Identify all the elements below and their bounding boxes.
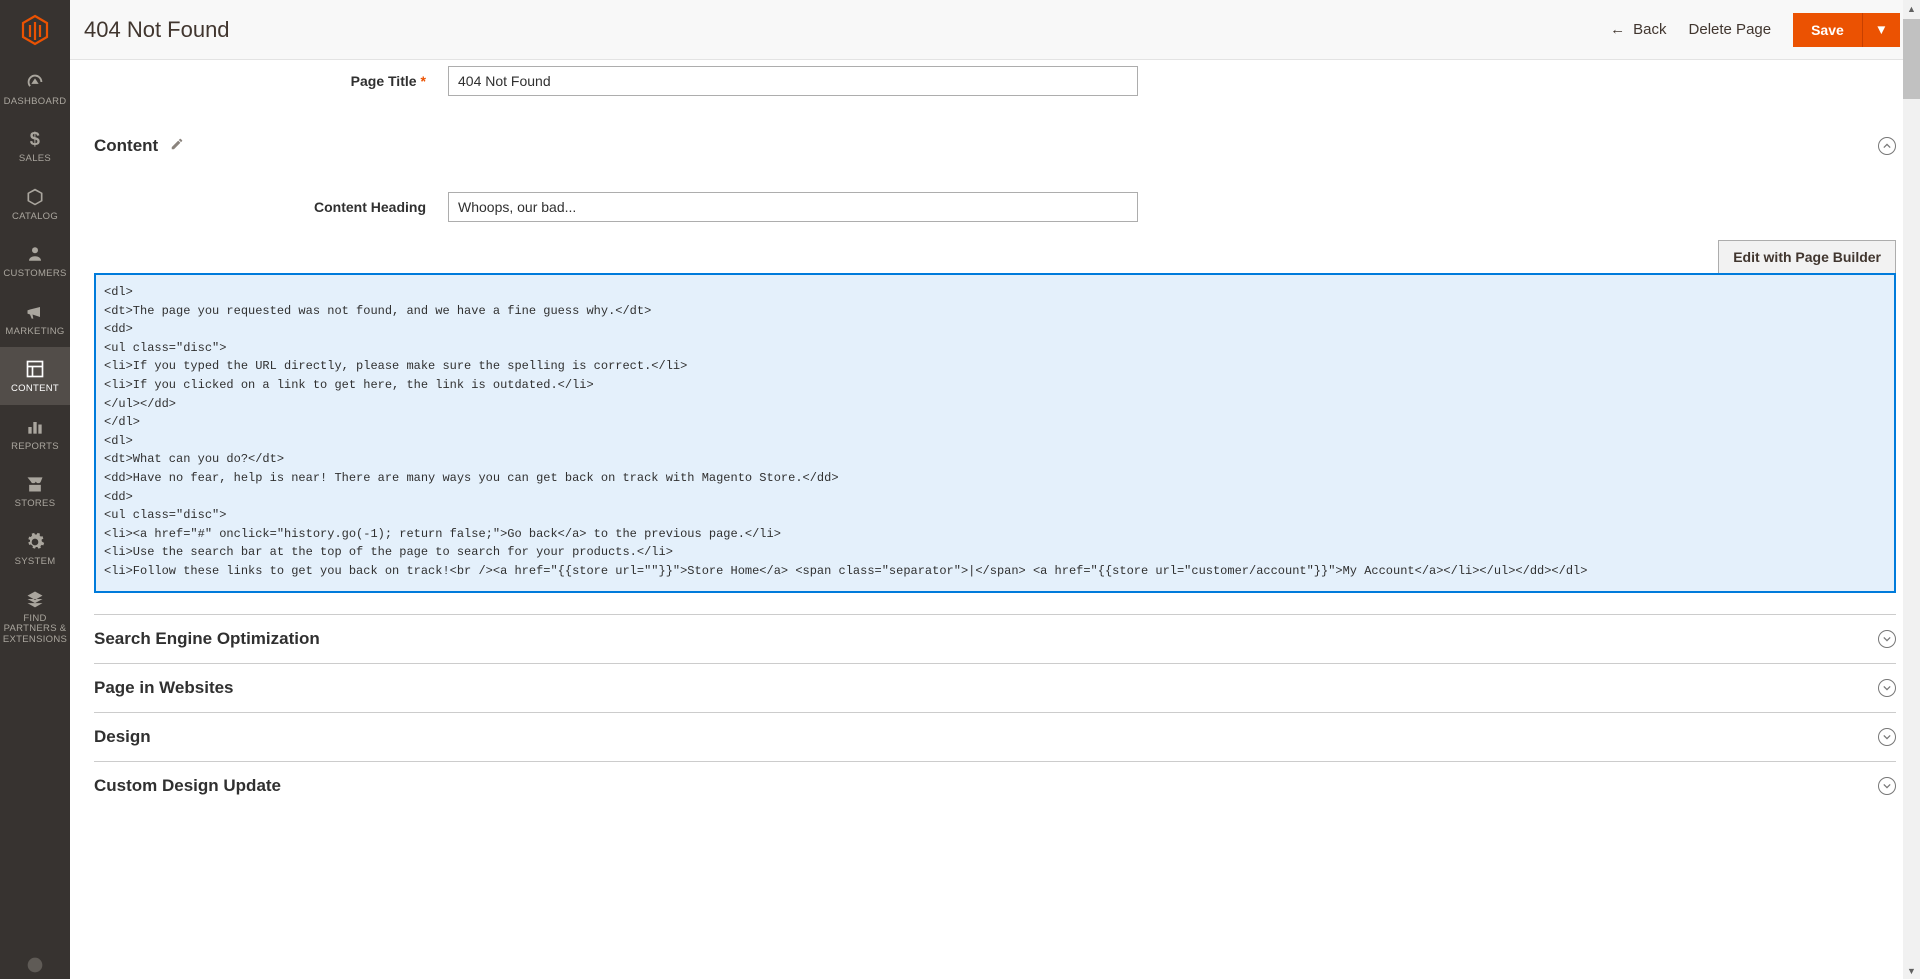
nav-label: DASHBOARD <box>4 97 67 107</box>
edit-with-page-builder-button[interactable]: Edit with Page Builder <box>1718 240 1896 274</box>
content-heading-input[interactable] <box>448 192 1138 222</box>
nav-sales[interactable]: $ SALES <box>0 117 70 174</box>
chart-icon <box>23 415 47 439</box>
save-button[interactable]: Save <box>1793 13 1863 47</box>
section-label: Custom Design Update <box>94 776 281 796</box>
content-scroll[interactable]: Page Title* Content Content Heading <box>70 52 1920 979</box>
box-icon <box>23 185 47 209</box>
delete-page-button[interactable]: Delete Page <box>1689 21 1772 38</box>
edit-builder-row: Edit with Page Builder <box>94 240 1896 274</box>
chevron-down-icon <box>1878 630 1896 648</box>
nav-label: CONTENT <box>11 384 59 394</box>
nav-label: FIND PARTNERS & EXTENSIONS <box>3 614 67 645</box>
nav-label: STORES <box>15 499 56 509</box>
chevron-down-icon <box>1878 679 1896 697</box>
layout-icon <box>23 357 47 381</box>
section-label: Design <box>94 727 151 747</box>
gear-icon <box>23 530 47 554</box>
nav-content[interactable]: CONTENT <box>0 347 70 404</box>
save-button-group: Save ▼ <box>1793 13 1900 47</box>
scroll-down-icon[interactable]: ▼ <box>1903 962 1920 979</box>
window-scrollbar[interactable]: ▲ ▼ <box>1903 0 1920 979</box>
content-heading-row: Content Heading <box>94 192 1896 222</box>
chevron-down-icon <box>1878 728 1896 746</box>
section-design[interactable]: Design <box>94 712 1896 761</box>
section-label: Page in Websites <box>94 678 234 698</box>
nav-reports[interactable]: REPORTS <box>0 405 70 462</box>
arrow-left-icon: ← <box>1610 21 1625 38</box>
content-section-body: Content Heading Edit with Page Builder <box>94 172 1896 596</box>
magento-logo[interactable] <box>0 0 70 60</box>
back-label: Back <box>1633 21 1666 38</box>
nav-label: CUSTOMERS <box>3 269 66 279</box>
person-icon <box>23 242 47 266</box>
nav-label: SYSTEM <box>15 557 56 567</box>
nav-dashboard[interactable]: DASHBOARD <box>0 60 70 117</box>
admin-sidebar: DASHBOARD $ SALES CATALOG CUSTOMERS MARK… <box>0 0 70 979</box>
content-section-title: Content <box>94 136 158 156</box>
svg-text:$: $ <box>30 129 40 149</box>
content-html-textarea[interactable] <box>94 273 1896 593</box>
nav-system[interactable]: SYSTEM <box>0 520 70 577</box>
pencil-icon <box>170 136 184 156</box>
collapsed-sections: Search Engine Optimization Page in Websi… <box>94 614 1896 810</box>
nav-partners[interactable]: FIND PARTNERS & EXTENSIONS <box>0 577 70 655</box>
nav-label: SALES <box>19 154 51 164</box>
nav-marketing[interactable]: MARKETING <box>0 290 70 347</box>
page-title-input[interactable] <box>448 66 1138 96</box>
caret-down-icon: ▼ <box>1875 22 1888 37</box>
nav-customers[interactable]: CUSTOMERS <box>0 232 70 289</box>
section-label: Search Engine Optimization <box>94 629 320 649</box>
link-icon <box>23 587 47 611</box>
megaphone-icon <box>23 300 47 324</box>
chevron-down-icon <box>1878 777 1896 795</box>
sidebar-bottom-icon <box>0 951 70 979</box>
main-area: 404 Not Found ← Back Delete Page Save ▼ … <box>70 0 1920 979</box>
nav-label: MARKETING <box>5 327 64 337</box>
required-marker: * <box>421 73 426 89</box>
chevron-up-icon <box>1878 137 1896 155</box>
content-heading-label: Content Heading <box>94 199 448 215</box>
nav-label: CATALOG <box>12 212 58 222</box>
store-icon <box>23 472 47 496</box>
back-button[interactable]: ← Back <box>1610 21 1666 38</box>
content-section-header[interactable]: Content <box>94 120 1896 172</box>
nav-catalog[interactable]: CATALOG <box>0 175 70 232</box>
nav-stores[interactable]: STORES <box>0 462 70 519</box>
page-header: 404 Not Found ← Back Delete Page Save ▼ <box>70 0 1920 60</box>
nav-label: REPORTS <box>11 442 59 452</box>
section-custom-design-update[interactable]: Custom Design Update <box>94 761 1896 810</box>
page-title: 404 Not Found <box>84 17 1610 43</box>
save-dropdown-button[interactable]: ▼ <box>1863 13 1900 47</box>
dollar-icon: $ <box>23 127 47 151</box>
gauge-icon <box>23 70 47 94</box>
scroll-up-icon[interactable]: ▲ <box>1903 0 1920 17</box>
page-title-row: Page Title* <box>94 66 1896 96</box>
header-actions: ← Back Delete Page Save ▼ <box>1610 13 1900 47</box>
page-title-label-text: Page Title <box>351 73 417 89</box>
section-seo[interactable]: Search Engine Optimization <box>94 614 1896 663</box>
section-page-in-websites[interactable]: Page in Websites <box>94 663 1896 712</box>
page-title-label: Page Title* <box>94 73 448 89</box>
